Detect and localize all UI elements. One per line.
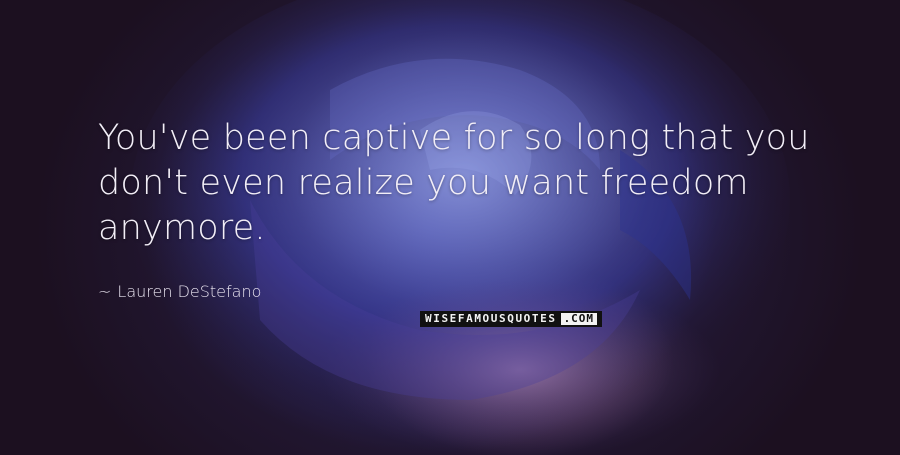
author-name: Lauren DeStefano [117, 282, 262, 301]
quote-text: You've been captive for so long that you… [98, 118, 810, 248]
quote-card: You've been captive for so long that you… [0, 0, 900, 455]
site-watermark-logo: WISEFAMOUSQUOTES .COM [420, 311, 603, 327]
author-dash: ~ [98, 282, 112, 301]
watermark-main: WISEFAMOUSQUOTES [425, 312, 557, 325]
quote-author: ~ Lauren DeStefano [98, 282, 261, 302]
watermark-suffix: .COM [560, 313, 598, 325]
